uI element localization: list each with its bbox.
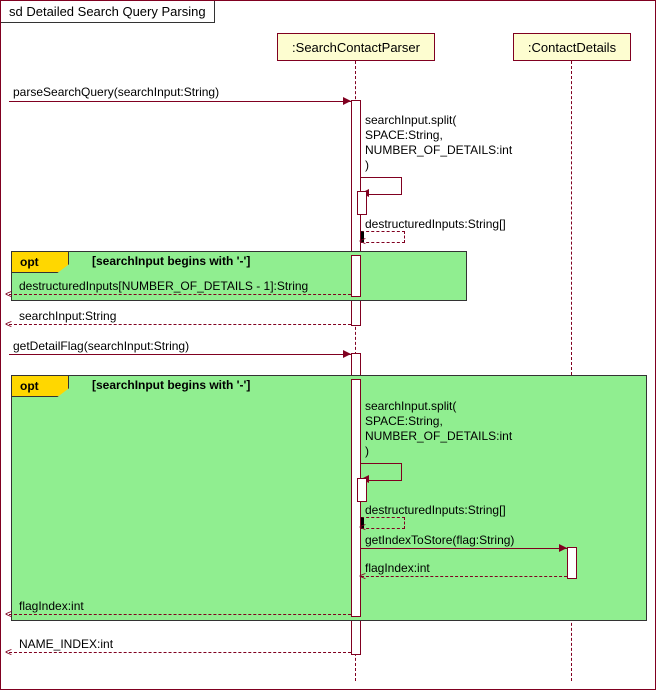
opt-guard: [searchInput begins with '-'] xyxy=(92,254,250,268)
activation-bar-cd xyxy=(567,547,577,579)
arrow-head: < xyxy=(5,610,12,618)
self-return xyxy=(361,517,405,529)
opt-tag: opt xyxy=(11,251,69,273)
msg-destructured-1: destructuredInputs:String[] xyxy=(365,217,506,232)
msg-split-1: searchInput.split( SPACE:String, NUMBER_… xyxy=(365,113,512,173)
arrow-head: < xyxy=(5,648,12,656)
msg-nameindex: NAME_INDEX:int xyxy=(19,637,113,652)
msg-flagindex-2: flagIndex:int xyxy=(19,599,84,614)
activation-bar xyxy=(351,255,361,297)
msg-split-2: searchInput.split( SPACE:String, NUMBER_… xyxy=(365,399,512,459)
arrow-return xyxy=(361,576,567,577)
activation-bar-nested xyxy=(357,191,367,215)
opt-tag: opt xyxy=(11,375,69,397)
msg-parseSearchQuery: parseSearchQuery(searchInput:String) xyxy=(13,85,219,100)
opt-fragment-2: opt [searchInput begins with '-'] xyxy=(11,375,647,621)
opt-guard: [searchInput begins with '-'] xyxy=(92,378,250,392)
self-return xyxy=(361,231,405,243)
arrow-head: < xyxy=(5,290,12,298)
arrow-head: < xyxy=(359,237,366,245)
arrow-head xyxy=(343,350,351,358)
msg-searchinput-return: searchInput:String xyxy=(19,309,116,324)
diagram-title: sd Detailed Search Query Parsing xyxy=(1,1,215,23)
arrow-head xyxy=(559,544,567,552)
arrow-return xyxy=(9,294,351,295)
sequence-diagram: sd Detailed Search Query Parsing :Search… xyxy=(0,0,656,690)
participant-searchcontactparser: :SearchContactParser xyxy=(277,33,435,61)
arrow-return xyxy=(9,614,351,615)
arrow-head: < xyxy=(359,572,366,580)
msg-flagindex-1: flagIndex:int xyxy=(365,561,430,576)
arrow xyxy=(9,101,351,102)
msg-destructured-2: destructuredInputs:String[] xyxy=(365,503,506,518)
activation-bar-nested xyxy=(357,478,367,502)
arrow-head: < xyxy=(5,320,12,328)
arrow-return xyxy=(9,324,351,325)
arrow-head xyxy=(343,97,351,105)
participant-contactdetails: :ContactDetails xyxy=(513,33,631,61)
msg-getIndexToStore: getIndexToStore(flag:String) xyxy=(365,533,514,548)
msg-destructured-index: destructuredInputs[NUMBER_OF_DETAILS - 1… xyxy=(19,279,308,294)
arrow xyxy=(361,548,567,549)
msg-getDetailFlag: getDetailFlag(searchInput:String) xyxy=(13,339,189,354)
arrow-return xyxy=(9,652,351,653)
arrow xyxy=(9,354,351,355)
arrow-head: < xyxy=(359,523,366,531)
